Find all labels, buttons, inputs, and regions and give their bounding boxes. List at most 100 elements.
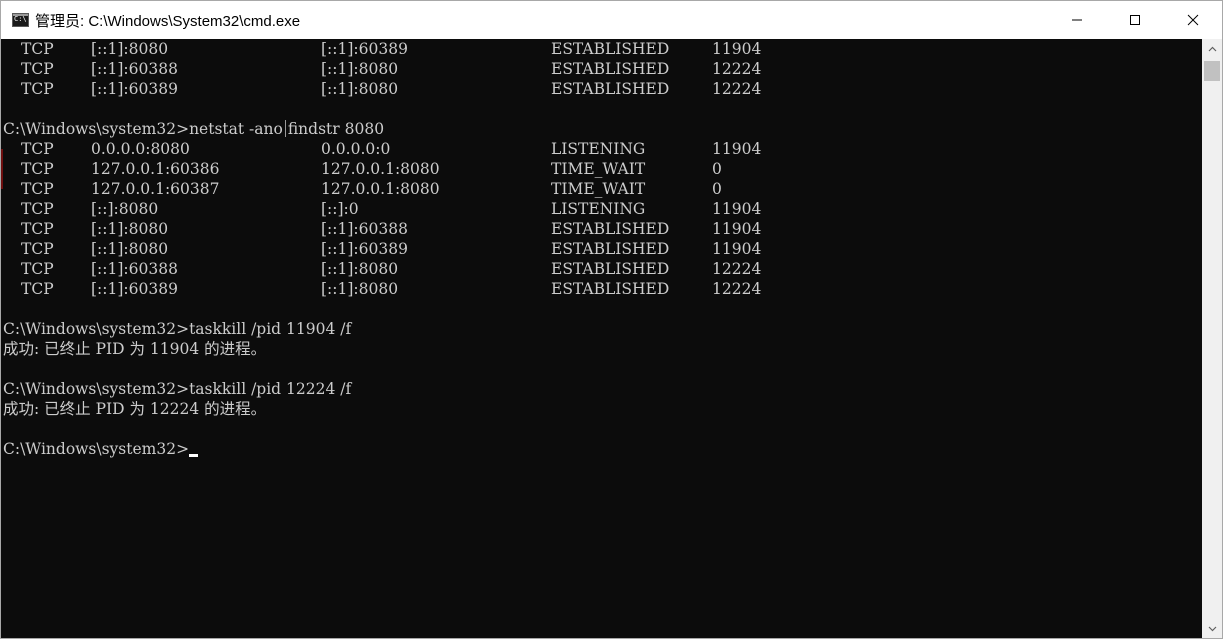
close-button[interactable] bbox=[1164, 1, 1222, 39]
title-bar[interactable]: 管理员: C:\Windows\System32\cmd.exe bbox=[1, 1, 1222, 39]
local-address-cell: 127.0.0.1:60386 bbox=[91, 160, 220, 178]
pid-cell: 11904 bbox=[712, 140, 762, 158]
command-line: C:\Windows\system32>taskkill /pid 12224 … bbox=[3, 379, 351, 399]
window-controls bbox=[1048, 1, 1222, 39]
command-result: 成功: 已终止 PID 为 11904 的进程。 bbox=[3, 340, 267, 358]
local-address-cell: [::1]:60388 bbox=[91, 260, 178, 278]
state-cell: ESTABLISHED bbox=[551, 240, 670, 258]
state-cell: ESTABLISHED bbox=[551, 40, 670, 58]
netstat-row: TCP [::1]:8080 [::1]:60389 ESTABLISHED 1… bbox=[3, 39, 761, 59]
window-title: 管理员: C:\Windows\System32\cmd.exe bbox=[35, 12, 301, 30]
proto-cell: TCP bbox=[21, 240, 54, 258]
foreign-address-cell: 127.0.0.1:8080 bbox=[321, 180, 440, 198]
command-text: findstr 8080 bbox=[287, 120, 385, 138]
state-cell: TIME_WAIT bbox=[551, 160, 646, 178]
state-cell: TIME_WAIT bbox=[551, 180, 646, 198]
command-line: C:\Windows\system32>taskkill /pid 11904 … bbox=[3, 319, 351, 339]
foreign-address-cell: 127.0.0.1:8080 bbox=[321, 160, 440, 178]
prompt: C:\Windows\system32> bbox=[3, 120, 190, 138]
cmd-console-icon[interactable] bbox=[12, 13, 29, 27]
minimize-icon bbox=[1072, 19, 1082, 21]
proto-cell: TCP bbox=[21, 180, 54, 198]
foreign-address-cell: [::1]:8080 bbox=[321, 260, 399, 278]
command-text: netstat -ano bbox=[189, 120, 283, 138]
text-cursor bbox=[189, 454, 199, 457]
foreign-address-cell: [::1]:60388 bbox=[321, 220, 408, 238]
local-address-cell: [::1]:60389 bbox=[91, 280, 178, 298]
state-cell: LISTENING bbox=[551, 200, 646, 218]
foreign-address-cell: 0.0.0.0:0 bbox=[321, 140, 391, 158]
local-address-cell: 0.0.0.0:8080 bbox=[91, 140, 190, 158]
foreign-address-cell: [::1]:60389 bbox=[321, 240, 408, 258]
pid-cell: 12224 bbox=[712, 60, 762, 78]
local-address-cell: [::1]:60388 bbox=[91, 60, 178, 78]
state-cell: ESTABLISHED bbox=[551, 280, 670, 298]
proto-cell: TCP bbox=[21, 60, 54, 78]
pid-cell: 0 bbox=[712, 160, 722, 178]
command-line[interactable]: C:\Windows\system32> bbox=[3, 439, 199, 459]
command-text: taskkill /pid 12224 /f bbox=[189, 380, 352, 398]
netstat-row: TCP 127.0.0.1:60387 127.0.0.1:8080 TIME_… bbox=[3, 179, 722, 199]
prompt: C:\Windows\system32> bbox=[3, 380, 190, 398]
command-text: taskkill /pid 11904 /f bbox=[189, 320, 352, 338]
pid-cell: 11904 bbox=[712, 240, 762, 258]
pid-cell: 12224 bbox=[712, 280, 762, 298]
netstat-row: TCP [::]:8080 [::]:0 LISTENING 11904 bbox=[3, 199, 761, 219]
local-address-cell: 127.0.0.1:60387 bbox=[91, 180, 220, 198]
foreign-address-cell: [::1]:8080 bbox=[321, 80, 399, 98]
selection-marker bbox=[1, 149, 3, 189]
prompt: C:\Windows\system32> bbox=[3, 440, 190, 458]
proto-cell: TCP bbox=[21, 220, 54, 238]
state-cell: LISTENING bbox=[551, 140, 646, 158]
scroll-down-button[interactable] bbox=[1202, 619, 1222, 638]
proto-cell: TCP bbox=[21, 260, 54, 278]
maximize-button[interactable] bbox=[1106, 1, 1164, 39]
proto-cell: TCP bbox=[21, 80, 54, 98]
netstat-row: TCP [::1]:8080 [::1]:60388 ESTABLISHED 1… bbox=[3, 219, 761, 239]
foreign-address-cell: [::1]:60389 bbox=[321, 40, 408, 58]
pid-cell: 12224 bbox=[712, 260, 762, 278]
maximize-icon bbox=[1130, 15, 1140, 25]
state-cell: ESTABLISHED bbox=[551, 80, 670, 98]
pid-cell: 11904 bbox=[712, 200, 762, 218]
netstat-row: TCP [::1]:60388 [::1]:8080 ESTABLISHED 1… bbox=[3, 59, 761, 79]
local-address-cell: [::1]:60389 bbox=[91, 80, 178, 98]
close-icon bbox=[1187, 14, 1199, 26]
command-line: C:\Windows\system32>netstat -ano findstr … bbox=[3, 119, 384, 139]
chevron-down-icon bbox=[1208, 626, 1216, 632]
pid-cell: 12224 bbox=[712, 80, 762, 98]
chevron-up-icon bbox=[1208, 46, 1216, 52]
local-address-cell: [::1]:8080 bbox=[91, 220, 169, 238]
netstat-row: TCP [::1]:60389 [::1]:8080 ESTABLISHED 1… bbox=[3, 279, 761, 299]
local-address-cell: [::]:8080 bbox=[91, 200, 159, 218]
netstat-row: TCP [::1]:60389 [::1]:8080 ESTABLISHED 1… bbox=[3, 79, 761, 99]
proto-cell: TCP bbox=[21, 280, 54, 298]
foreign-address-cell: [::]:0 bbox=[321, 200, 359, 218]
command-result: 成功: 已终止 PID 为 12224 的进程。 bbox=[3, 400, 267, 418]
local-address-cell: [::1]:8080 bbox=[91, 240, 169, 258]
cmd-window: 管理员: C:\Windows\System32\cmd.exe bbox=[0, 0, 1223, 639]
netstat-row: TCP 127.0.0.1:60386 127.0.0.1:8080 TIME_… bbox=[3, 159, 722, 179]
pid-cell: 0 bbox=[712, 180, 722, 198]
pid-cell: 11904 bbox=[712, 220, 762, 238]
pid-cell: 11904 bbox=[712, 40, 762, 58]
prompt: C:\Windows\system32> bbox=[3, 320, 190, 338]
foreign-address-cell: [::1]:8080 bbox=[321, 60, 399, 78]
netstat-row: TCP [::1]:8080 [::1]:60389 ESTABLISHED 1… bbox=[3, 239, 761, 259]
netstat-row: TCP 0.0.0.0:8080 0.0.0.0:0 LISTENING 119… bbox=[3, 139, 761, 159]
local-address-cell: [::1]:8080 bbox=[91, 40, 169, 58]
proto-cell: TCP bbox=[21, 160, 54, 178]
pipe-separator bbox=[284, 120, 286, 137]
foreign-address-cell: [::1]:8080 bbox=[321, 280, 399, 298]
netstat-row: TCP [::1]:60388 [::1]:8080 ESTABLISHED 1… bbox=[3, 259, 761, 279]
scroll-up-button[interactable] bbox=[1202, 39, 1222, 59]
console-output[interactable]: TCP [::1]:8080 [::1]:60389 ESTABLISHED 1… bbox=[1, 39, 1203, 638]
vertical-scrollbar[interactable] bbox=[1202, 39, 1222, 638]
minimize-button[interactable] bbox=[1048, 1, 1106, 39]
state-cell: ESTABLISHED bbox=[551, 60, 670, 78]
proto-cell: TCP bbox=[21, 40, 54, 58]
scroll-thumb[interactable] bbox=[1204, 61, 1220, 81]
state-cell: ESTABLISHED bbox=[551, 260, 670, 278]
state-cell: ESTABLISHED bbox=[551, 220, 670, 238]
proto-cell: TCP bbox=[21, 200, 54, 218]
